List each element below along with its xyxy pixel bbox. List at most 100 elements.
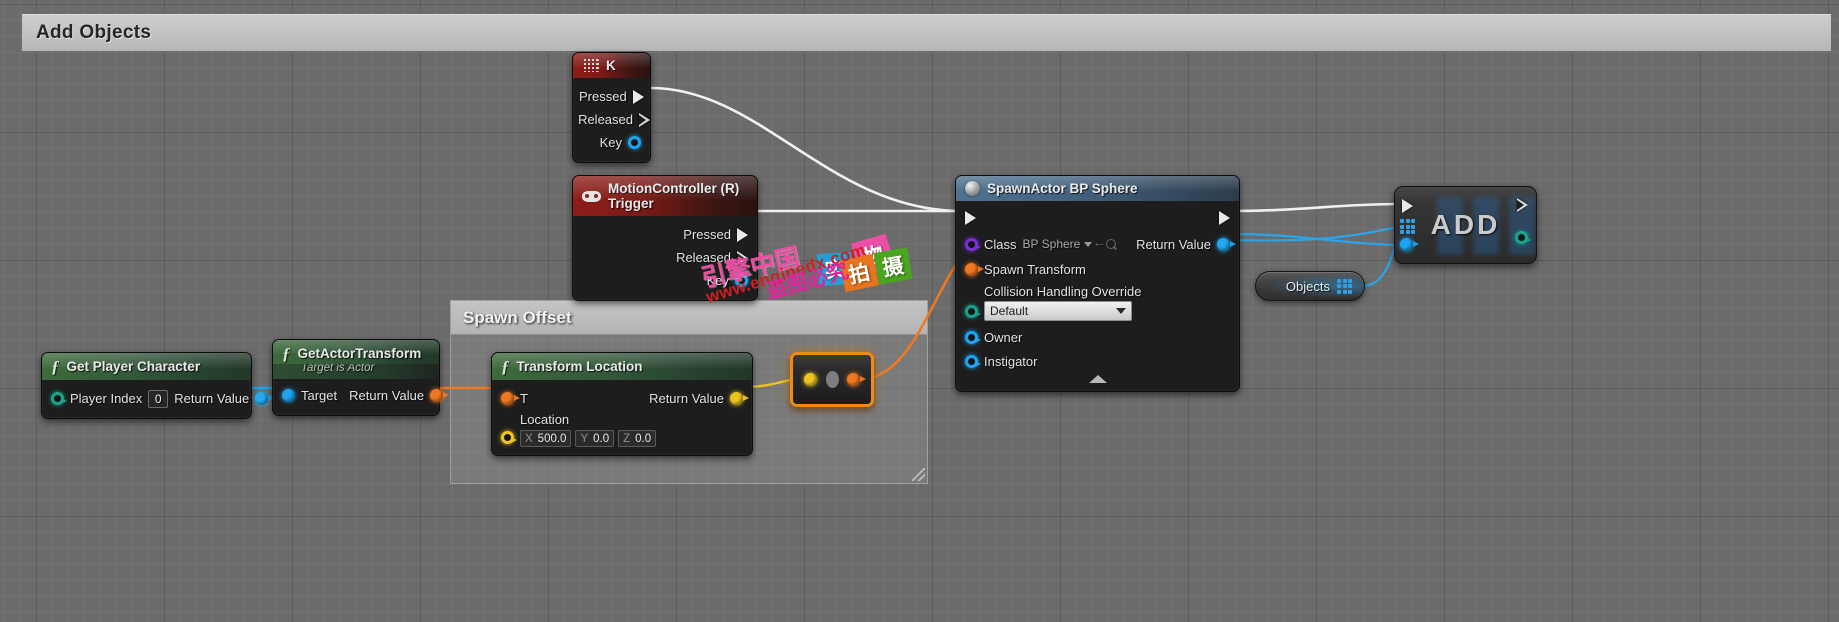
keyboard-icon — [582, 59, 599, 72]
pin-row-released[interactable]: Released — [573, 108, 650, 131]
node-header[interactable]: MotionController (R) Trigger — [573, 176, 757, 216]
location-x-input[interactable]: X 500.0 — [520, 430, 572, 447]
data-in-pin-object[interactable] — [1400, 238, 1419, 251]
comment-header[interactable]: Spawn Offset — [451, 301, 927, 335]
node-subtitle: Target is Actor — [273, 362, 439, 379]
pin-row-class[interactable]: Class BP Sphere Return Value — [956, 231, 1239, 257]
function-icon: ƒ — [501, 357, 510, 376]
page-title: Add Objects — [36, 22, 152, 43]
pin-row-spawn-transform[interactable]: Spawn Transform — [956, 257, 1239, 281]
node-body: Player Index 0 Return Value — [42, 380, 275, 418]
watermark-block-2: 拍 — [839, 253, 879, 293]
pin-row-target[interactable]: Target Return Value — [273, 384, 450, 407]
node-transform-location[interactable]: ƒ Transform Location T Return Value Loca… — [491, 352, 753, 456]
exec-out-pin-released[interactable] — [639, 112, 650, 127]
collision-value: Default — [990, 304, 1029, 318]
data-in-pin-location[interactable] — [501, 431, 517, 444]
node-body: Pressed Released Key — [573, 216, 757, 300]
watermark-notice: 盗图必究 — [763, 259, 851, 304]
data-out-pin-return-value[interactable] — [1217, 237, 1236, 251]
exec-out-pin[interactable] — [1517, 198, 1528, 212]
exec-out-pin-pressed[interactable] — [632, 89, 644, 104]
player-index-input[interactable]: 0 — [148, 389, 169, 408]
class-value: BP Sphere — [1022, 237, 1081, 251]
data-out-pin-key[interactable] — [628, 136, 641, 149]
array-grid-icon[interactable] — [1400, 219, 1415, 234]
pin-row-key[interactable]: Key — [573, 131, 650, 154]
comment-resize-handle[interactable] — [912, 468, 925, 481]
node-header[interactable]: SpawnActor BP Sphere — [956, 176, 1239, 201]
pin-row-location[interactable]: Location X 500.0 Y 0.0 Z 0.0 — [492, 410, 752, 447]
pin-row-t[interactable]: T Return Value — [492, 387, 752, 410]
node-header[interactable]: ƒ Transform Location — [492, 353, 752, 380]
data-in-pin-target[interactable] — [282, 389, 295, 402]
data-in-pin-instigator[interactable] — [965, 355, 981, 368]
node-selected-collapsed[interactable] — [790, 352, 874, 407]
pin-row-pressed[interactable]: Pressed — [573, 223, 757, 246]
axis-label-z: Z — [623, 432, 631, 445]
node-get-player-character[interactable]: ƒ Get Player Character Player Index 0 Re… — [41, 352, 275, 419]
data-in-pin-spawn-transform[interactable] — [965, 262, 984, 276]
collision-dropdown[interactable]: Default — [984, 301, 1132, 321]
collapse-advanced-icon[interactable] — [1088, 375, 1107, 383]
pin-row-key[interactable]: Key — [573, 269, 757, 292]
pin-label-target: Target — [301, 388, 338, 403]
exec-out-pin-pressed[interactable] — [737, 227, 748, 242]
node-title: GetActorTransform — [297, 346, 422, 361]
objects-label: Objects — [1285, 278, 1330, 294]
pin-label-spawn-transform: Spawn Transform — [984, 261, 1086, 277]
data-in-pin-owner[interactable] — [965, 331, 981, 344]
node-header[interactable]: ƒ Get Player Character — [42, 353, 251, 380]
watermark-block-1: 物 — [851, 233, 895, 277]
window-title-bar: Add Objects — [22, 14, 1831, 51]
node-add-array[interactable]: ADD — [1394, 186, 1541, 264]
data-out-pin-index[interactable] — [1515, 231, 1531, 244]
pin-label-return: Return Value — [1136, 236, 1211, 252]
pin-row-player-index[interactable]: Player Index 0 Return Value — [42, 387, 275, 410]
pin-label: Key — [706, 273, 729, 288]
exec-in-pin[interactable] — [1402, 199, 1413, 213]
exec-out-pin[interactable] — [1219, 211, 1230, 225]
pin-row-owner[interactable]: Owner — [956, 325, 1239, 350]
node-event-motioncontroller-r-trigger[interactable]: MotionController (R) Trigger Pressed Rel… — [572, 175, 758, 301]
data-out-pin-return-value[interactable] — [430, 389, 450, 402]
pin-row-released[interactable]: Released — [573, 246, 757, 269]
pin-row-collision-handling-override[interactable]: Collision Handling Override Default — [956, 281, 1239, 321]
data-out-pin-key[interactable] — [735, 274, 748, 287]
data-in-pin-t[interactable] — [501, 392, 520, 405]
location-z-input[interactable]: Z 0.0 — [618, 430, 657, 447]
node-get-actor-transform[interactable]: ƒ GetActorTransform Target is Actor Targ… — [272, 339, 450, 416]
exec-in-pin[interactable] — [965, 211, 976, 225]
comment-title: Spawn Offset — [463, 307, 572, 327]
node-header[interactable]: ƒ GetActorTransform — [273, 340, 439, 364]
class-selector[interactable]: BP Sphere — [1023, 237, 1093, 251]
data-in-pin-player-index[interactable] — [51, 392, 67, 405]
node-body: Pressed Released Key — [573, 78, 650, 162]
data-out-pin-return-value[interactable] — [730, 392, 749, 405]
node-title: Get Player Character — [66, 359, 201, 374]
data-in-pin-collision[interactable] — [965, 304, 981, 318]
node-spawn-actor-bp-sphere[interactable]: SpawnActor BP Sphere Class BP Sphere ← R… — [955, 175, 1240, 392]
data-in-pin-class[interactable] — [965, 237, 981, 251]
pin-label-return: Return Value — [174, 391, 250, 406]
axis-label-y: Y — [580, 432, 589, 445]
node-event-key-k[interactable]: K Pressed Released Key — [572, 52, 651, 163]
pin-label-owner: Owner — [984, 330, 1023, 345]
location-y-input[interactable]: Y 0.0 — [575, 430, 615, 447]
pin-row-instigator[interactable]: Instigator — [956, 350, 1239, 373]
node-title: K — [606, 58, 616, 73]
pin-row-pressed[interactable]: Pressed — [573, 85, 650, 108]
blueprint-canvas[interactable]: Add Objects Spawn Offset K Pressed Relea… — [0, 0, 1839, 622]
data-out-pin[interactable] — [847, 373, 866, 386]
search-icon[interactable] — [1105, 238, 1118, 251]
exec-out-pin-released[interactable] — [737, 250, 748, 265]
browse-back-icon[interactable] — [1092, 234, 1106, 251]
node-header[interactable]: K — [573, 53, 650, 78]
array-grid-icon — [1337, 278, 1352, 294]
data-out-pin-return-value[interactable] — [255, 392, 275, 405]
node-objects-variable[interactable]: Objects — [1255, 271, 1365, 301]
node-center-glyph — [825, 371, 839, 388]
data-in-pin[interactable] — [804, 373, 817, 386]
node-title: Transform Location — [516, 359, 643, 374]
watermark-block-0: 实 — [816, 251, 854, 287]
